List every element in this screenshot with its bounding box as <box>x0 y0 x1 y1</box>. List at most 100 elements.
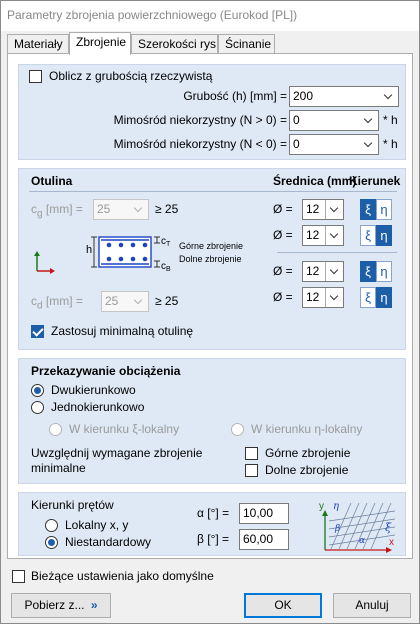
diameter-prefix: Ø = <box>273 202 293 216</box>
svg-text:α: α <box>359 536 365 546</box>
cd-value: 25 <box>105 294 119 308</box>
ecc-neg-value: 0 <box>293 137 300 151</box>
chevron-down-icon <box>360 111 378 130</box>
dir-xi-radio[interactable] <box>49 423 62 436</box>
dir-xi-label: W kierunku ξ-lokalny <box>69 422 180 436</box>
slab-section <box>98 236 152 268</box>
beta-label: β [°] = <box>197 532 230 546</box>
top-reinf-checkbox[interactable] <box>245 447 258 460</box>
double-chevron-right-icon: » <box>90 598 98 612</box>
diagram-bottom-label: Dolne zbrojenie <box>179 254 242 264</box>
cg-combo[interactable]: 25 <box>93 199 149 220</box>
cd-label: cd [mm] = <box>31 294 83 312</box>
one-way-radio[interactable] <box>31 401 44 414</box>
bottom-bar-2-eta-button[interactable]: η <box>376 287 392 308</box>
ecc-pos-label: Mimośród niekorzystny (N > 0) = <box>113 113 287 127</box>
svg-text:β: β <box>334 524 340 534</box>
top-bar-2-xi-button[interactable]: ξ <box>360 225 376 246</box>
diagram-h-label: h <box>86 244 92 256</box>
dir-eta-label: W kierunku η-lokalny <box>251 422 363 436</box>
local-xy-label: Lokalny x, y <box>65 518 129 532</box>
alpha-input[interactable]: 10,00 <box>239 503 289 524</box>
diameter-prefix: Ø = <box>273 290 293 304</box>
chevron-down-icon <box>325 226 343 245</box>
actual-thickness-label: Oblicz z grubością rzeczywistą <box>49 69 213 83</box>
top-bar-1-diameter[interactable]: 12 <box>302 199 344 220</box>
bar-divider <box>277 252 397 253</box>
actual-thickness-checkbox[interactable] <box>29 70 42 83</box>
two-way-label: Dwukierunkowo <box>51 383 136 397</box>
bottom-bar-2-xi-button[interactable]: ξ <box>360 287 376 308</box>
svg-text:x: x <box>389 537 394 548</box>
header-divider <box>29 191 397 192</box>
dialog-window: Parametry zbrojenia powierzchniowego (Eu… <box>0 0 420 624</box>
min-reinf-label-2: minimalne <box>31 461 86 475</box>
tab-scinanie[interactable]: Ścinanie <box>218 34 275 54</box>
top-bar-1-eta-button[interactable]: η <box>376 199 392 220</box>
bar-dir-title: Kierunki prętów <box>31 498 114 512</box>
tab-zbrojenie[interactable]: Zbrojenie <box>69 32 131 55</box>
dir-eta-radio[interactable] <box>231 423 244 436</box>
ecc-neg-combo[interactable]: 0 <box>289 134 379 155</box>
chevron-down-icon <box>325 262 343 281</box>
ecc-neg-label: Mimośród niekorzystny (N < 0) = <box>113 137 287 151</box>
alpha-label: α [°] = <box>197 506 230 520</box>
cg-value: 25 <box>97 202 111 216</box>
bottom-bar-1-eta-button[interactable]: η <box>376 261 392 282</box>
custom-radio[interactable] <box>45 536 58 549</box>
default-settings-label: Bieżące ustawienia jako domyślne <box>31 569 214 583</box>
min-cover-label: Zastosuj minimalną otulinę <box>51 324 194 338</box>
bottom-reinf-checkbox[interactable] <box>245 464 258 477</box>
diameter-prefix: Ø = <box>273 228 293 242</box>
one-way-label: Jednokierunkowo <box>51 400 145 414</box>
top-bar-2-eta-button[interactable]: η <box>376 225 392 246</box>
two-way-radio[interactable] <box>31 384 44 397</box>
default-settings-checkbox[interactable] <box>12 570 25 583</box>
min-cover-checkbox[interactable] <box>31 325 44 338</box>
thickness-combo[interactable]: 200 <box>289 86 399 107</box>
bottom-reinf-label: Dolne zbrojenie <box>265 463 349 477</box>
thickness-value: 200 <box>293 89 314 103</box>
ecc-neg-unit: * h <box>383 137 398 151</box>
cancel-button[interactable]: Anuluj <box>333 593 411 618</box>
local-xy-radio[interactable] <box>45 519 58 532</box>
chevron-down-icon <box>360 135 378 154</box>
custom-label: Niestandardowy <box>65 535 152 549</box>
beta-input[interactable]: 60,00 <box>239 529 289 550</box>
load-from-button[interactable]: Pobierz z... » <box>11 593 111 618</box>
tab-panel: Oblicz z grubością rzeczywistą Grubość (… <box>7 53 413 559</box>
chevron-down-icon <box>325 288 343 307</box>
svg-text:η: η <box>333 501 339 512</box>
bottom-bar-1-diameter[interactable]: 12 <box>302 261 344 282</box>
tab-szerokosci-rys[interactable]: Szerokości rys <box>131 34 218 54</box>
direction-header: Kierunek <box>349 174 401 188</box>
bar-directions-section: Kierunki prętów Lokalny x, y Niestandard… <box>18 492 406 556</box>
cover-section: Otulina Średnica (mm) Kierunek cg [mm] =… <box>18 168 406 350</box>
diagram-top-label: Górne zbrojenie <box>179 241 243 251</box>
bottom-bar-2-diameter[interactable]: 12 <box>302 287 344 308</box>
window-title: Parametry zbrojenia powierzchniowego (Eu… <box>1 1 419 31</box>
cd-combo[interactable]: 25 <box>101 291 149 312</box>
ecc-pos-combo[interactable]: 0 <box>289 110 379 131</box>
bottom-bar-1-xi-button[interactable]: ξ <box>360 261 376 282</box>
chevron-down-icon <box>130 292 148 311</box>
svg-text:y: y <box>319 501 324 512</box>
ecc-pos-unit: * h <box>383 113 398 127</box>
ecc-pos-value: 0 <box>293 113 300 127</box>
cd-min: ≥ 25 <box>155 294 179 308</box>
load-section: Przekazywanie obciążenia Dwukierunkowo J… <box>18 358 406 484</box>
thickness-label: Grubość (h) [mm] = <box>183 89 287 103</box>
tab-materialy[interactable]: Materiały <box>7 34 69 54</box>
chevron-down-icon <box>325 200 343 219</box>
cg-min: ≥ 25 <box>155 202 179 216</box>
min-reinf-label-1: Uwzględnij wymagane zbrojenie <box>31 446 203 460</box>
chevron-down-icon <box>380 87 398 106</box>
top-bar-2-diameter[interactable]: 12 <box>302 225 344 246</box>
cross-section-diagram: h cT cB Górne zbrojenie Dolne zbrojenie <box>34 236 243 274</box>
cover-header: Otulina <box>31 174 73 188</box>
svg-text:cT: cT <box>161 236 171 248</box>
diameter-prefix: Ø = <box>273 264 293 278</box>
svg-text:cB: cB <box>161 261 171 273</box>
ok-button[interactable]: OK <box>244 593 322 618</box>
top-bar-1-xi-button[interactable]: ξ <box>360 199 376 220</box>
